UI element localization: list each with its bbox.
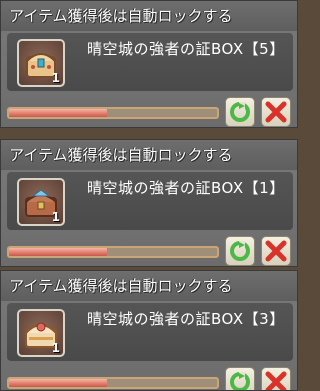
auto-lock-header: アイテム獲得後は自動ロックする bbox=[1, 271, 297, 301]
item-row[interactable]: 1 晴空城の強者の証BOX【5】 bbox=[7, 33, 293, 91]
auto-lock-toggle-button[interactable] bbox=[225, 367, 255, 390]
item-row[interactable]: 1 晴空城の強者の証BOX【1】 bbox=[7, 172, 293, 230]
auto-lock-header: アイテム獲得後は自動ロックする bbox=[1, 1, 297, 31]
item-name: 晴空城の強者の証BOX【1】 bbox=[87, 179, 285, 197]
auto-lock-panel: アイテム獲得後は自動ロックする 1 晴空城の強者の証BOX【5】 bbox=[0, 0, 298, 128]
progress-fill bbox=[9, 379, 107, 387]
close-icon bbox=[265, 371, 287, 390]
item-slot[interactable]: 1 bbox=[17, 39, 65, 87]
progress-bar bbox=[7, 246, 219, 258]
lock-toggle-icon bbox=[230, 102, 250, 122]
close-button[interactable] bbox=[261, 367, 291, 390]
progress-bar bbox=[7, 107, 219, 119]
close-button[interactable] bbox=[261, 97, 291, 127]
close-button[interactable] bbox=[261, 236, 291, 266]
item-count: 1 bbox=[51, 341, 60, 355]
lock-toggle-icon bbox=[230, 241, 250, 261]
auto-lock-panel: アイテム獲得後は自動ロックする 1 晴空城の強者の証BOX【1】 bbox=[0, 139, 298, 267]
close-icon bbox=[265, 101, 287, 123]
item-count: 1 bbox=[51, 210, 60, 224]
progress-bar bbox=[7, 377, 219, 389]
auto-lock-toggle-button[interactable] bbox=[225, 97, 255, 127]
lock-toggle-icon bbox=[230, 372, 250, 390]
auto-lock-header: アイテム獲得後は自動ロックする bbox=[1, 140, 297, 170]
item-name: 晴空城の強者の証BOX【5】 bbox=[87, 40, 285, 58]
item-row[interactable]: 1 晴空城の強者の証BOX【3】 bbox=[7, 303, 293, 361]
auto-lock-panel-stack: アイテム獲得後は自動ロックする 1 晴空城の強者の証BOX【5】 アイテム獲得後… bbox=[0, 0, 298, 391]
close-icon bbox=[265, 240, 287, 262]
auto-lock-toggle-button[interactable] bbox=[225, 236, 255, 266]
progress-fill bbox=[9, 248, 107, 256]
progress-fill bbox=[9, 109, 107, 117]
item-name: 晴空城の強者の証BOX【3】 bbox=[87, 310, 285, 328]
item-slot[interactable]: 1 bbox=[17, 309, 65, 357]
auto-lock-panel: アイテム獲得後は自動ロックする 1 晴空城の強者の証BOX【3】 bbox=[0, 270, 298, 391]
item-slot[interactable]: 1 bbox=[17, 178, 65, 226]
item-count: 1 bbox=[51, 71, 60, 85]
